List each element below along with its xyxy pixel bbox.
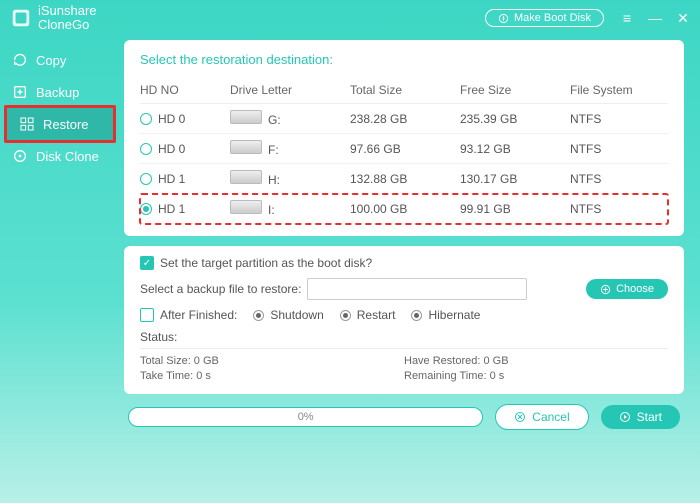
clone-icon — [12, 148, 28, 164]
drive-icon — [230, 170, 262, 184]
minimize-button[interactable]: — — [648, 11, 662, 25]
brand-line1: iSunshare — [38, 4, 97, 18]
app-brand: iSunshare CloneGo — [10, 4, 97, 33]
after-finished-checkbox[interactable] — [140, 308, 154, 322]
drive-icon — [230, 110, 262, 124]
row-radio[interactable] — [140, 203, 152, 215]
main-content: Select the restoration destination: HD N… — [120, 36, 700, 503]
progress-bar: 0% — [128, 407, 483, 427]
status-grid: Total Size: 0 GB Have Restored: 0 GB Tak… — [140, 348, 668, 382]
sidebar-item-restore[interactable]: Restore — [7, 108, 113, 140]
hibernate-radio[interactable] — [411, 310, 422, 321]
app-window: iSunshare CloneGo Make Boot Disk ≡ — ✕ C… — [0, 0, 700, 503]
table-header: HD NO Drive Letter Total Size Free Size … — [140, 77, 668, 104]
table-body: HD 0G:238.28 GB235.39 GBNTFSHD 0F:97.66 … — [140, 104, 668, 224]
sidebar: Copy Backup Restore Disk Clone — [0, 36, 120, 503]
drive-icon — [230, 140, 262, 154]
target-boot-checkbox[interactable] — [140, 256, 154, 270]
after-finished-label: After Finished: — [160, 308, 237, 322]
row-radio[interactable] — [140, 113, 152, 125]
sidebar-item-copy[interactable]: Copy — [0, 44, 120, 76]
panel-title: Select the restoration destination: — [140, 52, 668, 67]
row-radio[interactable] — [140, 143, 152, 155]
table-row[interactable]: HD 0G:238.28 GB235.39 GBNTFS — [140, 104, 668, 134]
table-row[interactable]: HD 1I:100.00 GB99.91 GBNTFS — [140, 194, 668, 224]
brand-line2: CloneGo — [38, 18, 97, 32]
drive-icon — [230, 200, 262, 214]
row-radio[interactable] — [140, 173, 152, 185]
status-remain: Remaining Time: 0 s — [404, 370, 668, 382]
footer: 0% Cancel Start — [124, 404, 684, 432]
restart-radio[interactable] — [340, 310, 351, 321]
backup-icon — [12, 84, 28, 100]
active-highlight: Restore — [4, 105, 116, 143]
sidebar-item-disk-clone[interactable]: Disk Clone — [0, 140, 120, 172]
close-button[interactable]: ✕ — [676, 11, 690, 25]
plus-circle-icon — [600, 284, 611, 295]
start-button[interactable]: Start — [601, 405, 680, 429]
shutdown-radio[interactable] — [253, 310, 264, 321]
make-boot-disk-button[interactable]: Make Boot Disk — [485, 9, 604, 27]
sidebar-item-backup[interactable]: Backup — [0, 76, 120, 108]
restore-icon — [19, 116, 35, 132]
backup-file-label: Select a backup file to restore: — [140, 282, 301, 296]
table-row[interactable]: HD 0F:97.66 GB93.12 GBNTFS — [140, 134, 668, 164]
brand-icon — [10, 7, 32, 29]
target-boot-label: Set the target partition as the boot dis… — [160, 256, 372, 270]
backup-file-input[interactable] — [307, 278, 527, 300]
menu-button[interactable]: ≡ — [620, 11, 634, 25]
cancel-button[interactable]: Cancel — [495, 404, 588, 430]
play-icon — [619, 411, 631, 423]
cancel-icon — [514, 411, 526, 423]
status-take: Take Time: 0 s — [140, 370, 404, 382]
copy-icon — [12, 52, 28, 68]
choose-button[interactable]: Choose — [586, 279, 668, 299]
status-label: Status: — [140, 330, 668, 344]
table-row[interactable]: HD 1H:132.88 GB130.17 GBNTFS — [140, 164, 668, 194]
compass-icon — [498, 13, 509, 24]
status-restored: Have Restored: 0 GB — [404, 355, 668, 367]
status-total: Total Size: 0 GB — [140, 355, 404, 367]
options-panel: Set the target partition as the boot dis… — [124, 246, 684, 394]
title-bar: iSunshare CloneGo Make Boot Disk ≡ — ✕ — [0, 0, 700, 36]
destination-panel: Select the restoration destination: HD N… — [124, 40, 684, 236]
